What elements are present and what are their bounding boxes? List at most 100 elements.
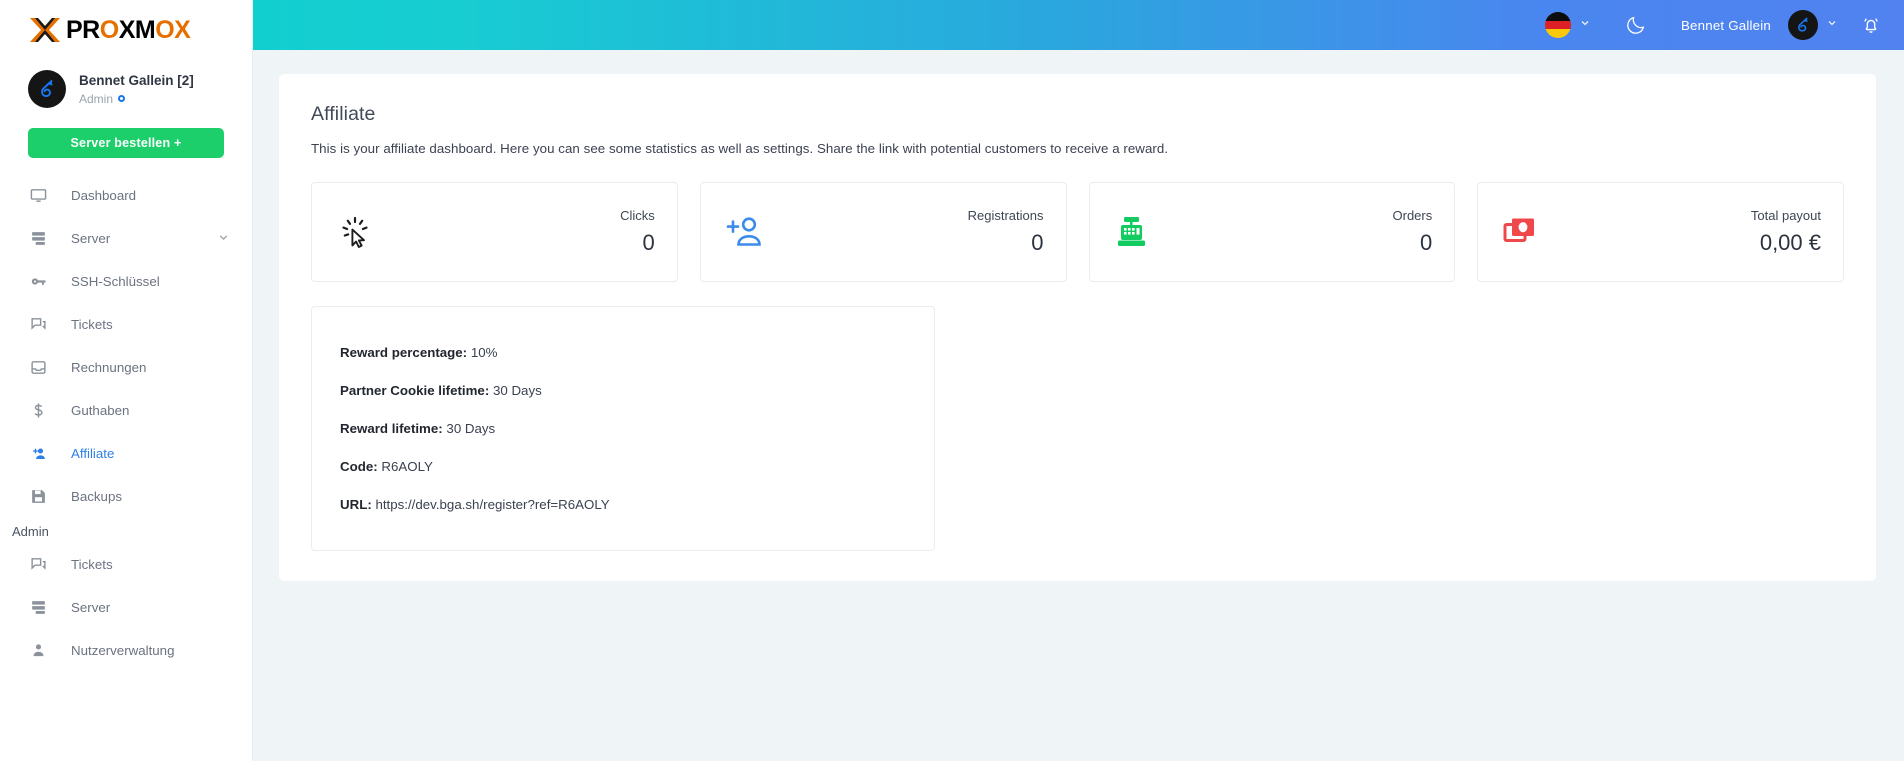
sidebar-item-label: SSH-Schlüssel [71,274,160,289]
sidebar-user-role: Admin [79,92,194,106]
person-add-icon [724,213,766,251]
detail-row: Reward percentage: 10% Partner Cookie li… [311,306,1844,551]
chat-icon [30,555,52,575]
sidebar-item-label: Backups [71,489,122,504]
person-add-icon [30,444,52,464]
flag-de-icon [1544,12,1571,38]
sidebar-item-admin-server[interactable]: Server [0,586,252,629]
detail-reward-percentage: Reward percentage: 10% [340,345,934,360]
page-title: Affiliate [311,103,376,125]
sidebar-item-backups[interactable]: Backups [0,475,252,518]
sidebar-item-tickets[interactable]: Tickets [0,303,252,346]
stat-label: Orders [1392,207,1433,223]
people-icon [30,641,52,661]
stat-label: Clicks [620,207,655,223]
detail-label: Code: [340,459,378,474]
chat-icon [30,315,52,335]
chevron-down-icon [1579,16,1591,34]
detail-url: URL: https://dev.bga.sh/register?ref=R6A… [340,497,934,512]
sidebar-user-name: Bennet Gallein [2] [79,73,194,89]
avatar [28,70,66,108]
sidebar-item-balance[interactable]: Guthaben [0,389,252,432]
notifications-button[interactable] [1860,0,1882,50]
save-icon [30,487,52,507]
detail-value[interactable]: https://dev.bga.sh/register?ref=R6AOLY [375,497,609,512]
sidebar-section-admin: Admin [12,524,49,539]
bell-icon [1864,18,1878,33]
sidebar-item-label: Server [71,231,111,246]
detail-partner-cookie-lifetime: Partner Cookie lifetime: 30 Days [340,383,934,398]
topbar: Bennet Gallein [253,0,1904,50]
moon-icon [1627,16,1645,34]
sidebar-item-affiliate[interactable]: Affiliate [0,432,252,475]
detail-value: 30 Days [492,383,542,398]
inbox-icon [30,358,52,378]
dollar-icon [30,401,52,421]
detail-value[interactable]: R6AOLY [381,459,433,474]
key-icon [30,272,52,292]
topbar-user-name: Bennet Gallein [1680,17,1771,33]
bga-logo-icon [41,80,53,97]
avatar [1788,10,1818,40]
sidebar-item-label: Rechnungen [71,360,147,375]
proxmox-wordmark: PROXMOX [66,15,191,44]
role-status-dot-icon [118,95,126,103]
sidebar-item-dashboard[interactable]: Dashboard [0,174,252,217]
banknotes-icon [1501,214,1541,250]
user-menu[interactable]: Bennet Gallein [1681,0,1838,50]
proxmox-logo[interactable]: PROXMOX [0,0,252,60]
detail-reward-lifetime: Reward lifetime: 30 Days [340,421,934,436]
sidebar: PROXMOX Bennet Gallein [2] Admin Server … [0,0,253,761]
sidebar-user-block[interactable]: Bennet Gallein [2] Admin [0,60,252,120]
detail-label: URL: [340,497,372,512]
main-area: Bennet Gallein Affiliate This is your af… [253,0,1904,761]
proxmox-x-icon [30,18,60,42]
chevron-down-icon[interactable] [217,231,230,247]
click-cursor-icon [335,212,375,252]
chevron-down-icon [1826,16,1838,34]
affiliate-details-card: Reward percentage: 10% Partner Cookie li… [311,306,935,551]
stat-card-clicks: Clicks 0 [311,182,678,282]
stat-value: 0 [642,230,655,256]
sidebar-item-label: Tickets [71,557,113,572]
content-area: Affiliate This is your affiliate dashboa… [253,50,1904,761]
affiliate-panel: Affiliate This is your affiliate dashboa… [279,74,1876,581]
sidebar-item-invoices[interactable]: Rechnungen [0,346,252,389]
sidebar-item-admin-tickets[interactable]: Tickets [0,543,252,586]
sidebar-item-label: Nutzerverwaltung [71,643,175,658]
sidebar-item-label: Guthaben [71,403,130,418]
stat-card-registrations: Registrations 0 [699,182,1067,282]
detail-code: Code: R6AOLY [340,459,934,474]
sidebar-item-label: Dashboard [71,188,137,203]
stat-label: Registrations [967,207,1044,223]
sidebar-item-server[interactable]: Server [0,217,252,260]
language-selector[interactable] [1544,0,1591,50]
dark-mode-toggle[interactable] [1625,0,1647,50]
detail-value: 30 Days [446,421,496,436]
server-icon [30,598,52,618]
server-icon [30,229,52,249]
page-description: This is your affiliate dashboard. Here y… [311,141,1169,156]
sidebar-nav: Dashboard Server SSH-Schlüssel Tickets R… [0,174,252,761]
sidebar-item-label: Server [71,600,111,615]
detail-value: 10% [470,345,498,360]
stat-value: 0,00 € [1759,230,1821,256]
stats-row: Clicks 0 Registrations 0 Orders 0 Total … [311,182,1844,282]
stat-card-total-payout: Total payout 0,00 € [1477,182,1844,282]
monitor-icon [30,186,52,206]
cash-register-icon [1113,212,1153,252]
sidebar-item-label: Tickets [71,317,113,332]
sidebar-item-ssh-keys[interactable]: SSH-Schlüssel [0,260,252,303]
sidebar-user-role-label: Admin [79,91,114,106]
stat-value: 0 [1420,230,1433,256]
order-server-button[interactable]: Server bestellen + [28,128,224,158]
detail-label: Reward lifetime: [340,421,443,436]
detail-label: Reward percentage: [340,345,468,360]
bga-logo-icon [1798,17,1808,32]
sidebar-item-admin-user-management[interactable]: Nutzerverwaltung [0,629,252,672]
stat-label: Total payout [1750,207,1821,223]
detail-label: Partner Cookie lifetime: [340,383,490,398]
stat-card-orders: Orders 0 [1088,182,1456,282]
sidebar-item-label: Affiliate [71,446,115,461]
stat-value: 0 [1031,230,1044,256]
